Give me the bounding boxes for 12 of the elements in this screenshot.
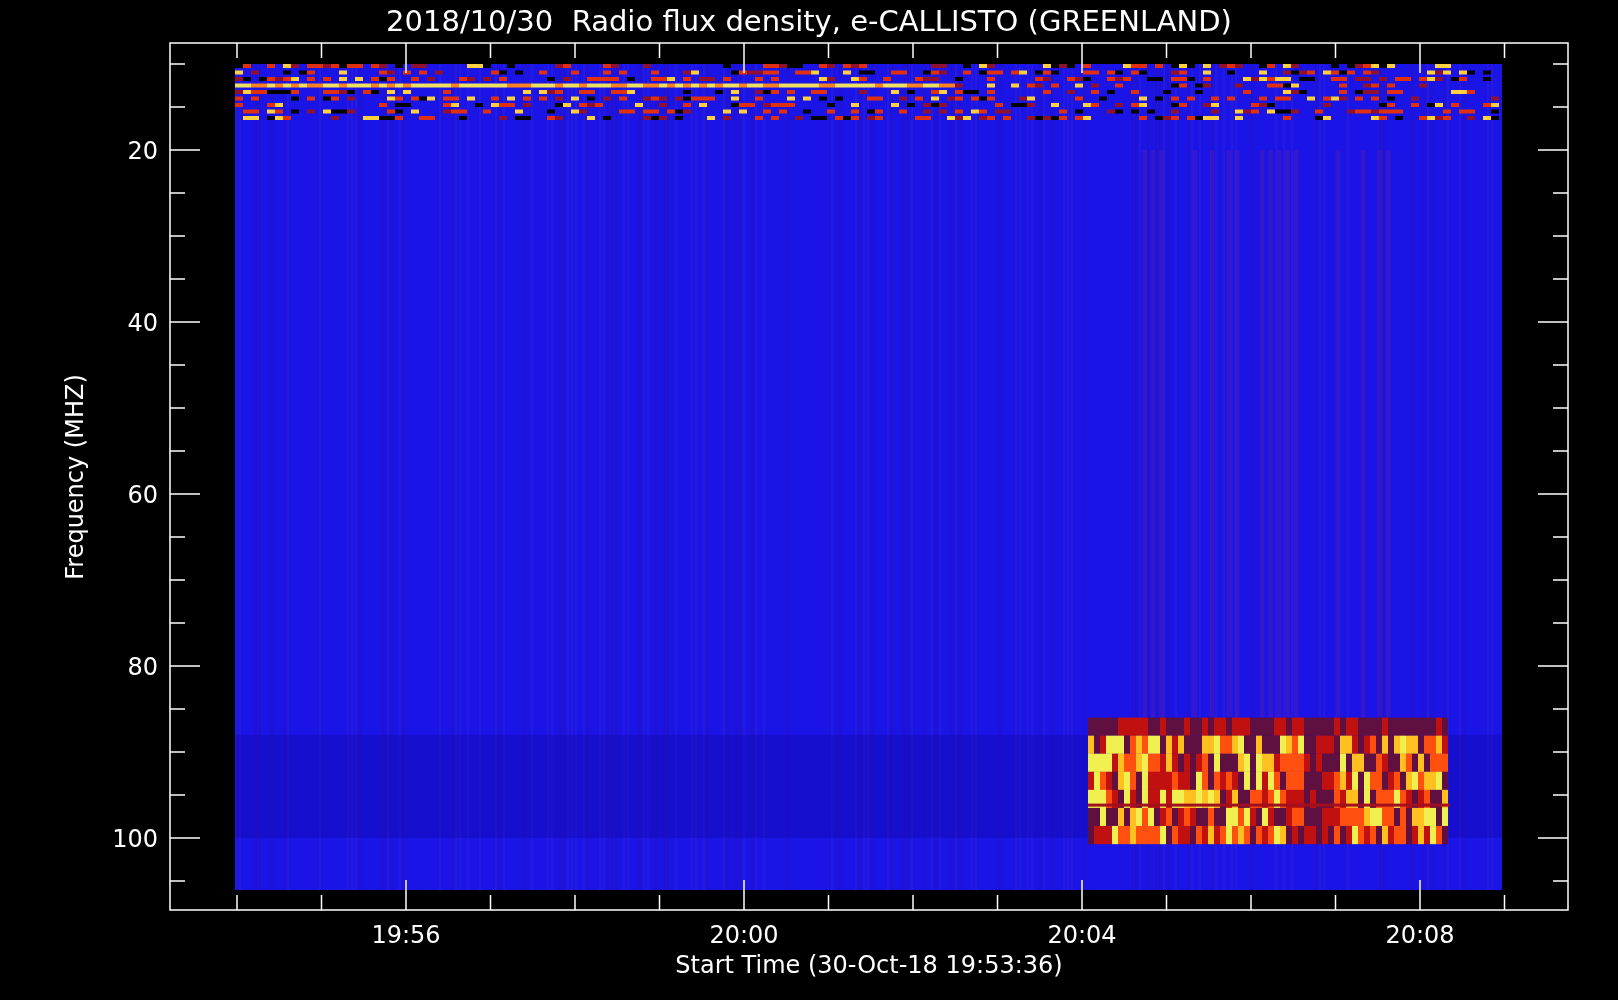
y-axis-label: Frequency (MHZ) (61, 374, 89, 580)
tick-label: 80 (127, 653, 158, 681)
chart-title: 2018/10/30 Radio flux density, e-CALLISTO (GREENLAND) (386, 4, 1232, 38)
tick-label: 20:00 (709, 921, 779, 949)
tick-label: 40 (127, 309, 158, 337)
tick-label: 20:08 (1385, 921, 1455, 949)
tick-label: 60 (127, 481, 158, 509)
tick-label: 100 (112, 825, 158, 853)
tick-label: 20 (127, 137, 158, 165)
tick-label: 20:04 (1047, 921, 1117, 949)
tick-label: 19:56 (371, 921, 441, 949)
x-axis-label: Start Time (30-Oct-18 19:53:36) (675, 951, 1063, 979)
